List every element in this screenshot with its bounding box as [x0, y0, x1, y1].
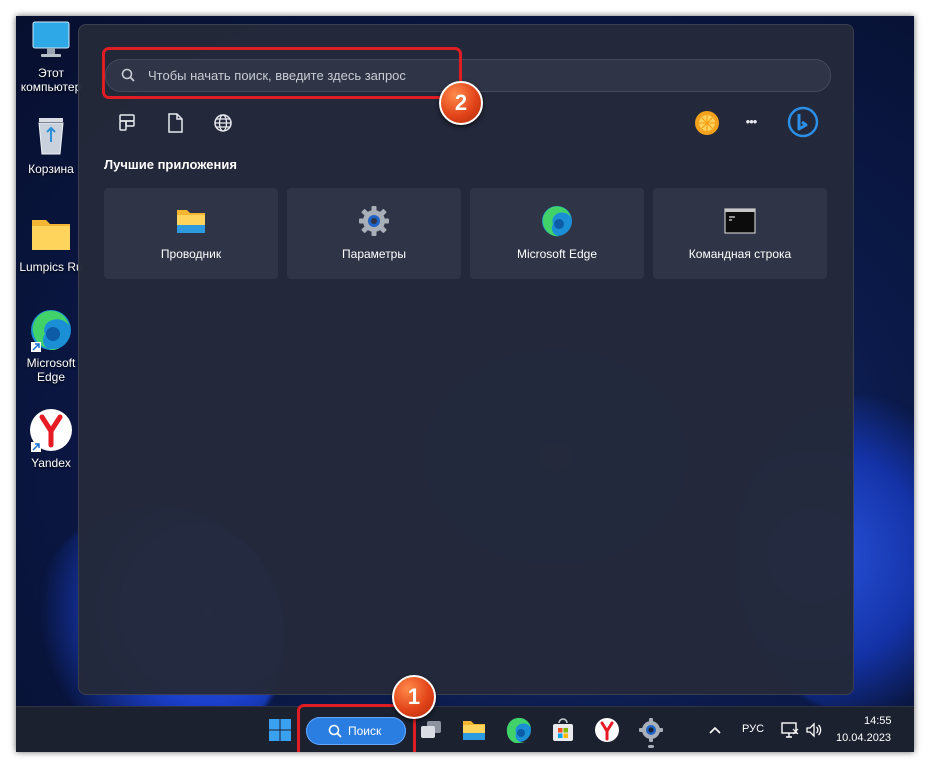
desktop-icon-label: Этот компьютер [20, 66, 82, 94]
desktop-icon-label: Lumpics Ru [19, 260, 83, 274]
search-panel: Чтобы начать поиск, введите здесь запрос [78, 24, 854, 695]
gear-icon [358, 205, 390, 237]
documents-filter-button[interactable] [163, 111, 187, 135]
folder-icon [29, 212, 73, 256]
globe-icon [214, 114, 232, 132]
document-icon [168, 113, 183, 133]
app-tile-edge[interactable]: Microsoft Edge [470, 188, 644, 279]
app-tile-settings[interactable]: Параметры [287, 188, 461, 279]
network-icon[interactable] [780, 720, 800, 740]
desktop-icon-label: Yandex [31, 456, 71, 470]
task-view-button[interactable] [418, 717, 444, 743]
terminal-icon [724, 205, 756, 237]
yandex-icon [595, 718, 619, 742]
volume-icon[interactable] [804, 720, 824, 740]
taskbar-yandex[interactable] [594, 717, 620, 743]
app-tile-label: Параметры [342, 247, 406, 261]
desktop-icon-recycle-bin[interactable]: Корзина [16, 114, 86, 176]
desktop-icon-microsoft-edge[interactable]: Microsoft Edge [16, 308, 86, 384]
clock-time[interactable]: 14:55 [864, 715, 892, 727]
edge-icon [506, 717, 531, 744]
folder-icon [463, 721, 485, 740]
clock-date[interactable]: 10.04.2023 [836, 732, 891, 744]
taskbar-edge[interactable] [506, 717, 532, 744]
taskbar-settings[interactable] [638, 717, 664, 748]
top-apps-title: Лучшие приложения [104, 157, 237, 172]
desktop-icon-lumpics-folder[interactable]: Lumpics Ru [16, 212, 86, 274]
desktop: Этот компьютер Корзина Lumpics Ru Micros… [16, 16, 914, 752]
taskbar-explorer[interactable] [461, 717, 487, 743]
app-tile-label: Microsoft Edge [516, 247, 598, 261]
taskbar: Поиск РУС 14:55 10.04.2023 [16, 706, 914, 752]
start-button[interactable] [267, 717, 293, 743]
monitor-icon [29, 18, 73, 62]
web-filter-button[interactable] [211, 111, 235, 135]
folder-icon [175, 205, 207, 237]
running-indicator [648, 745, 654, 748]
show-hidden-icons-button[interactable] [706, 721, 724, 739]
app-tile-label: Командная строка [688, 247, 792, 261]
step2-badge: 2 [439, 81, 483, 125]
language-indicator[interactable]: РУС [742, 723, 764, 735]
avatar[interactable] [695, 111, 719, 135]
apps-grid-icon [119, 114, 135, 131]
desktop-icon-yandex[interactable]: Yandex [16, 408, 86, 470]
step2-highlight [102, 47, 462, 99]
desktop-icon-label: Microsoft Edge [26, 356, 76, 384]
chevron-up-icon [709, 726, 721, 734]
desktop-icon-this-pc[interactable]: Этот компьютер [16, 18, 86, 94]
apps-filter-button[interactable] [115, 111, 139, 135]
recycle-bin-icon [29, 114, 73, 158]
app-tile-explorer[interactable]: Проводник [104, 188, 278, 279]
app-tile-label: Проводник [160, 247, 222, 261]
bing-chat-button[interactable] [787, 106, 819, 138]
desktop-icon-label: Корзина [28, 162, 74, 176]
step1-badge: 1 [392, 675, 436, 719]
yandex-icon [29, 408, 73, 452]
task-view-icon [421, 721, 441, 738]
bing-icon [787, 106, 819, 138]
store-icon [553, 718, 573, 741]
edge-icon [541, 205, 573, 237]
app-tile-cmd[interactable]: Командная строка [653, 188, 827, 279]
gear-icon [639, 718, 663, 742]
taskbar-store[interactable] [550, 717, 576, 743]
more-options-button[interactable]: ••• [739, 111, 763, 135]
edge-icon [29, 308, 73, 352]
windows-logo-icon [269, 719, 291, 741]
